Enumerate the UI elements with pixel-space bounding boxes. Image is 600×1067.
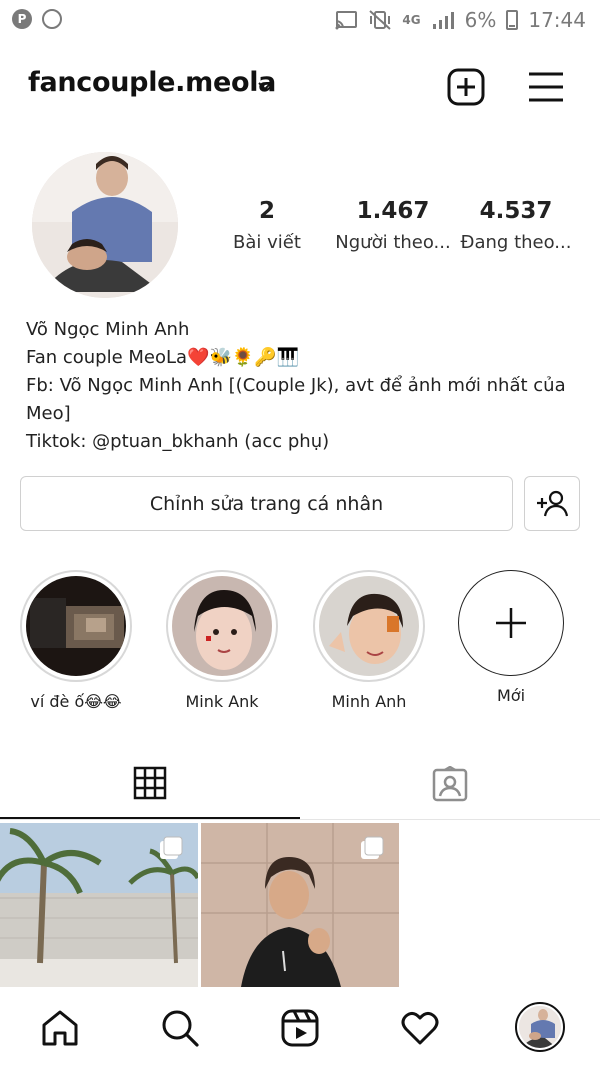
stat-posts-label: Bài viết: [233, 232, 301, 253]
highlight-label: Mink Ank: [185, 692, 259, 711]
menu-icon[interactable]: [526, 67, 566, 107]
profile-header: fancouple.meola: [0, 55, 600, 119]
multiple-photos-icon: [160, 836, 183, 859]
stat-following-value: 4.537: [479, 198, 553, 224]
multiple-photos-icon: [361, 836, 384, 859]
plus-icon: [496, 608, 526, 638]
tab-tagged[interactable]: [300, 748, 600, 820]
story-highlight[interactable]: Mink Ank: [163, 570, 281, 711]
stat-posts[interactable]: 2 Bài viết: [202, 198, 332, 253]
home-icon: [42, 1010, 78, 1046]
circle-icon: [42, 9, 62, 29]
cast-icon: [335, 11, 358, 30]
stat-followers-label: Người theo...: [335, 232, 451, 253]
nav-reels[interactable]: [278, 1006, 322, 1050]
clock: 17:44: [528, 8, 586, 32]
profile-tabs: [0, 748, 600, 820]
reels-icon: [281, 1009, 319, 1047]
highlight-ring: [313, 570, 425, 682]
tagged-icon: [432, 766, 468, 802]
story-highlight[interactable]: Minh Anh: [310, 570, 428, 711]
highlight-label: Mới: [496, 686, 526, 705]
username[interactable]: fancouple.meola: [28, 67, 276, 98]
status-bar: P 4G 6% 17:44: [0, 0, 600, 40]
bio-line: Fan couple MeoLa❤️🐝🌻🔑🎹: [26, 347, 300, 368]
bio-name: Võ Ngọc Minh Anh: [26, 319, 190, 340]
add-user-icon: [537, 490, 568, 516]
bio-line: Tiktok: @ptuan_bkhanh (acc phụ): [26, 431, 330, 452]
profile-avatar-large[interactable]: [32, 152, 178, 298]
highlight-cover: [26, 576, 126, 676]
nav-activity[interactable]: [398, 1006, 442, 1050]
highlight-ring: [166, 570, 278, 682]
highlight-label: Minh Anh: [331, 692, 407, 711]
story-highlight[interactable]: ví đè ố😂😂: [17, 570, 135, 711]
bio-line: Fb: Võ Ngọc Minh Anh [(Couple Jk), avt đ…: [26, 375, 566, 424]
stat-followers[interactable]: 1.467 Người theo...: [328, 198, 458, 253]
stat-followers-value: 1.467: [356, 198, 430, 224]
signal-icon: [432, 12, 454, 29]
profile-avatar: [519, 1006, 561, 1048]
heart-icon: [401, 1011, 439, 1045]
highlight-cover: [319, 576, 419, 676]
new-highlight-button[interactable]: Mới: [452, 570, 570, 705]
bottom-navigation: [0, 988, 600, 1067]
nav-home[interactable]: [38, 1006, 82, 1050]
new-highlight-ring: [458, 570, 564, 676]
stat-following[interactable]: 4.537 Đang theo...: [451, 198, 581, 253]
grid-icon: [133, 766, 167, 799]
nav-profile[interactable]: [515, 1002, 565, 1052]
pinterest-icon: P: [12, 9, 32, 29]
highlight-cover: [172, 576, 272, 676]
search-icon: [162, 1010, 199, 1047]
post-thumbnail[interactable]: [0, 823, 198, 987]
stat-posts-value: 2: [258, 198, 275, 224]
network-type: 4G: [402, 13, 421, 27]
battery-percent: 6%: [464, 8, 497, 32]
discover-people-button[interactable]: [524, 476, 580, 531]
edit-profile-button[interactable]: Chỉnh sửa trang cá nhân: [20, 476, 513, 531]
highlight-ring: [20, 570, 132, 682]
vibrate-icon: [369, 10, 392, 30]
stat-following-label: Đang theo...: [460, 232, 572, 253]
nav-search[interactable]: [158, 1006, 202, 1050]
battery-icon: [506, 10, 519, 30]
chevron-down-icon[interactable]: [258, 79, 272, 93]
highlight-label: ví đè ố😂😂: [30, 692, 122, 711]
profile-bio: Võ Ngọc Minh Anh Fan couple MeoLa❤️🐝🌻🔑🎹 …: [26, 316, 576, 456]
tab-posts-grid[interactable]: [0, 748, 300, 819]
post-thumbnail[interactable]: [201, 823, 399, 987]
new-post-icon[interactable]: [446, 67, 486, 107]
